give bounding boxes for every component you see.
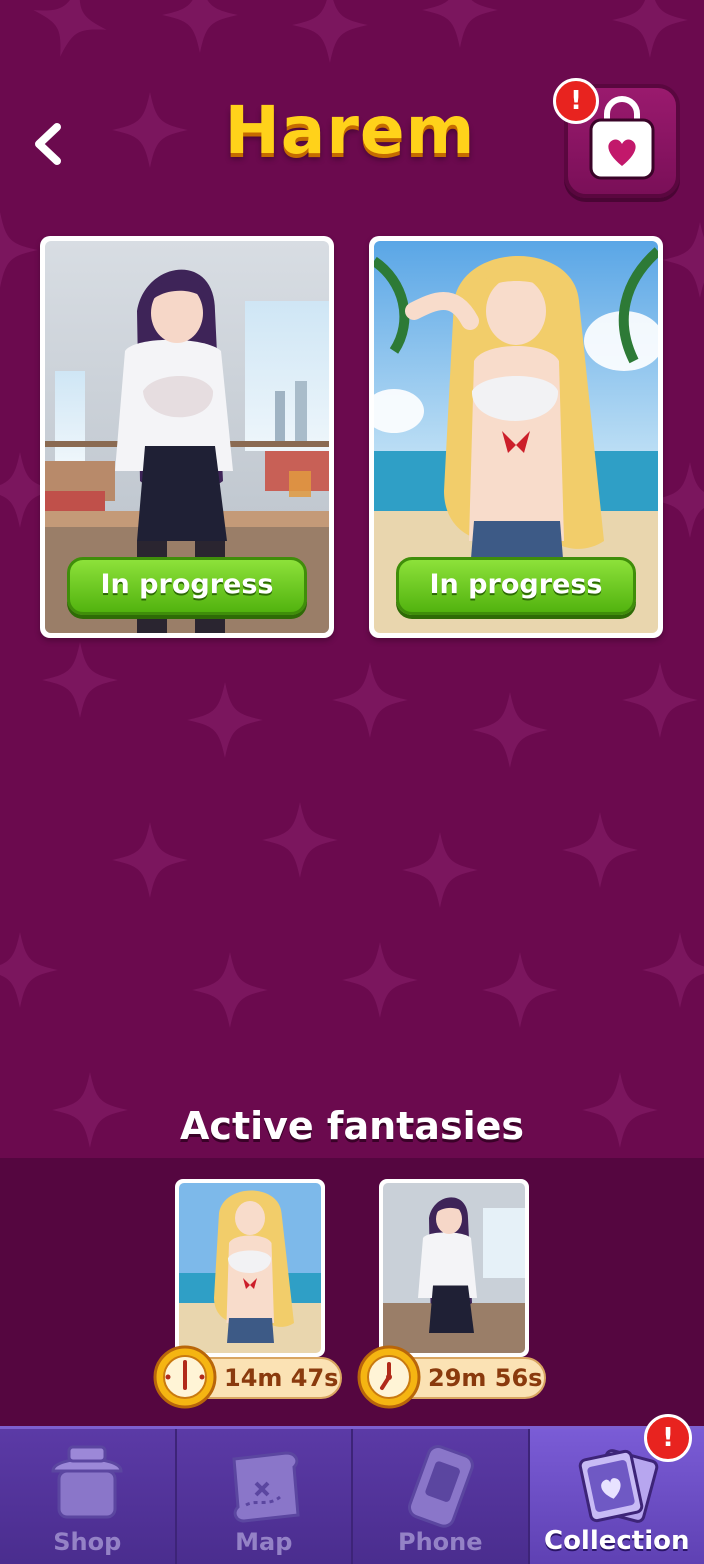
character-portrait-beach: In progress: [374, 241, 658, 633]
nav-label: Phone: [397, 1528, 483, 1556]
nav-label: Collection: [543, 1526, 690, 1556]
character-card-beach[interactable]: In progress: [369, 236, 663, 638]
fantasy-timer-office[interactable]: 29m 56s: [356, 1345, 546, 1409]
fantasy-card-office[interactable]: [379, 1179, 529, 1357]
character-portrait-office: In progress: [45, 241, 329, 633]
shop-icon: [39, 1441, 135, 1531]
phone-icon: [392, 1441, 488, 1531]
nav-item-phone[interactable]: Phone: [353, 1429, 530, 1564]
in-progress-button[interactable]: In progress: [396, 557, 636, 615]
map-icon: [216, 1441, 312, 1531]
active-fantasies-title: Active fantasies: [180, 1104, 524, 1148]
collection-alert-badge: !: [644, 1414, 692, 1462]
nav-item-shop[interactable]: Shop: [0, 1429, 177, 1564]
bag-alert-badge: !: [553, 78, 599, 124]
back-button[interactable]: [22, 116, 74, 176]
nav-item-map[interactable]: Map: [177, 1429, 353, 1564]
header: Harem !: [0, 0, 704, 220]
page-title: Harem: [224, 92, 476, 169]
bottom-nav: Shop Map Phone Collection: [0, 1426, 704, 1564]
character-card-office[interactable]: In progress: [40, 236, 334, 638]
in-progress-button[interactable]: In progress: [67, 557, 307, 615]
chevron-left-icon: [31, 121, 65, 171]
clock-icon: [356, 1344, 422, 1410]
fantasy-card-beach[interactable]: [175, 1179, 325, 1357]
nav-label: Shop: [53, 1528, 122, 1556]
fantasy-portrait-beach: [179, 1183, 321, 1353]
fantasy-timer-beach[interactable]: 14m 47s: [152, 1345, 342, 1409]
fantasy-portrait-office: [383, 1183, 525, 1353]
active-fantasies-panel: [0, 1158, 704, 1428]
nav-label: Map: [235, 1528, 293, 1556]
clock-icon: [152, 1344, 218, 1410]
